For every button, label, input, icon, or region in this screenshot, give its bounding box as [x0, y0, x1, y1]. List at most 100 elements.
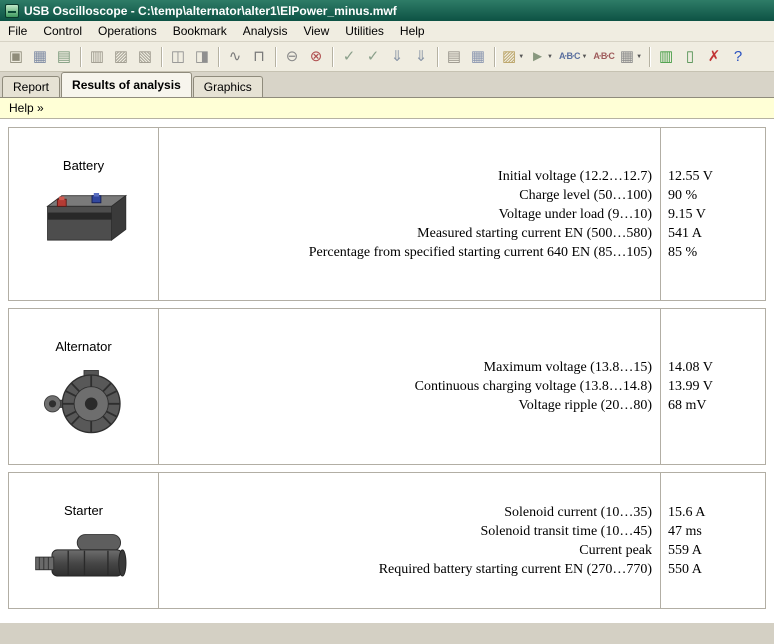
- menu-item-control[interactable]: Control: [35, 21, 90, 41]
- param-label: Measured starting current EN (500…580): [417, 224, 652, 243]
- accept-icon[interactable]: ✓: [337, 45, 361, 69]
- load-all-icon[interactable]: ⇓: [409, 45, 433, 69]
- print-icon[interactable]: ▤: [52, 45, 76, 69]
- param-label: Solenoid transit time (10…45): [481, 522, 652, 541]
- card-icon[interactable]: ▤: [442, 45, 466, 69]
- menu-item-view[interactable]: View: [295, 21, 337, 41]
- menu-item-help[interactable]: Help: [392, 21, 433, 41]
- param-label: Maximum voltage (13.8…15): [484, 358, 652, 377]
- run-script-icon[interactable]: ►▼: [527, 45, 556, 69]
- open-icon[interactable]: ▣: [4, 45, 28, 69]
- tab-strip: ReportResults of analysisGraphics: [0, 72, 774, 98]
- load-icon[interactable]: ⇓: [385, 45, 409, 69]
- dropdown-arrow-icon: ▼: [547, 54, 553, 60]
- section-starter: Starter Solenoid current (10…35)Solenoid …: [8, 472, 766, 609]
- results-table: Battery Initial voltage (12.2…12.7)Charge…: [0, 119, 774, 623]
- delete-icon[interactable]: ✗: [702, 45, 726, 69]
- parameter-list: Initial voltage (12.2…12.7)Charge level …: [159, 128, 661, 300]
- param-label: Initial voltage (12.2…12.7): [498, 167, 652, 186]
- toolbar-separator: [275, 47, 276, 67]
- open-script-icon[interactable]: ▨▼: [499, 45, 527, 69]
- zoom-reset-icon[interactable]: ⊗: [304, 45, 328, 69]
- value-list: 12.55 V90 %9.15 V541 A85 %: [661, 128, 765, 300]
- param-value: 559 A: [668, 541, 765, 560]
- dropdown-arrow-icon: ▼: [636, 54, 642, 60]
- parameter-list: Maximum voltage (13.8…15)Continuous char…: [159, 309, 661, 464]
- section-battery: Battery Initial voltage (12.2…12.7)Charge…: [8, 127, 766, 301]
- dropdown-arrow-icon: ▼: [581, 54, 587, 60]
- tab-report[interactable]: Report: [2, 76, 60, 97]
- menu-item-file[interactable]: File: [0, 21, 35, 41]
- param-label: Voltage ripple (20…80): [519, 396, 653, 415]
- alternator-image: [38, 366, 130, 438]
- param-value: 9.15 V: [668, 205, 765, 224]
- component-label: Battery: [63, 158, 104, 173]
- marker-abc2-icon[interactable]: A·B·C: [590, 45, 617, 69]
- card-report-icon[interactable]: ▦: [466, 45, 490, 69]
- table-icon[interactable]: ▦▼: [617, 45, 645, 69]
- param-value: 550 A: [668, 560, 765, 579]
- toolbar-separator: [649, 47, 650, 67]
- component-cell: Alternator: [9, 309, 159, 464]
- menu-item-bookmark[interactable]: Bookmark: [165, 21, 235, 41]
- save-icon[interactable]: ▦: [28, 45, 52, 69]
- pulse-icon[interactable]: ⊓: [247, 45, 271, 69]
- title-bar[interactable]: USB Oscilloscope - C:\temp\alternator\al…: [0, 0, 774, 21]
- component-label: Alternator: [55, 339, 111, 354]
- component-cell: Starter: [9, 473, 159, 608]
- toolbar-separator: [161, 47, 162, 67]
- param-value: 85 %: [668, 243, 765, 262]
- param-value: 541 A: [668, 224, 765, 243]
- component-cell: Battery: [9, 128, 159, 300]
- value-list: 15.6 A47 ms559 A550 A: [661, 473, 765, 608]
- toolbar-separator: [332, 47, 333, 67]
- export-icon[interactable]: ▧: [133, 45, 157, 69]
- param-value: 15.6 A: [668, 503, 765, 522]
- report-page-icon[interactable]: ▯: [678, 45, 702, 69]
- menu-item-analysis[interactable]: Analysis: [235, 21, 296, 41]
- toolbar-separator: [437, 47, 438, 67]
- param-label: Continuous charging voltage (13.8…14.8): [415, 377, 652, 396]
- tab-graphics[interactable]: Graphics: [193, 76, 263, 97]
- component-label: Starter: [64, 503, 103, 518]
- menu-bar: FileControlOperationsBookmarkAnalysisVie…: [0, 21, 774, 42]
- ruler-icon[interactable]: ◨: [190, 45, 214, 69]
- param-label: Solenoid current (10…35): [504, 503, 652, 522]
- parameter-list: Solenoid current (10…35)Solenoid transit…: [159, 473, 661, 608]
- toolbar: ▣▦▤▥▨▧◫◨∿⊓⊖⊗✓✓⇓⇓▤▦▨▼►▼A·B·C▼A·B·C▦▼▥▯✗?: [0, 42, 774, 72]
- param-value: 13.99 V: [668, 377, 765, 396]
- chart-icon[interactable]: ▥: [654, 45, 678, 69]
- param-value: 12.55 V: [668, 167, 765, 186]
- help-bar[interactable]: Help »: [0, 98, 774, 119]
- accept-all-icon[interactable]: ✓: [361, 45, 385, 69]
- help-icon[interactable]: ?: [726, 45, 750, 69]
- param-label: Required battery starting current EN (27…: [379, 560, 652, 579]
- param-label: Current peak: [579, 541, 652, 560]
- param-value: 90 %: [668, 186, 765, 205]
- help-menu-label[interactable]: Help »: [9, 101, 44, 115]
- battery-image: [32, 185, 136, 249]
- value-list: 14.08 V13.99 V68 mV: [661, 309, 765, 464]
- param-label: Charge level (50…100): [519, 186, 652, 205]
- tab-results-of-analysis[interactable]: Results of analysis: [61, 72, 192, 97]
- waveform-icon[interactable]: ∿: [223, 45, 247, 69]
- param-value: 68 mV: [668, 396, 765, 415]
- app-icon: [5, 4, 19, 18]
- toolbar-separator: [218, 47, 219, 67]
- paste-waveform-icon[interactable]: ▨: [109, 45, 133, 69]
- param-value: 47 ms: [668, 522, 765, 541]
- param-label: Percentage from specified starting curre…: [309, 243, 652, 262]
- toolbar-separator: [80, 47, 81, 67]
- caliper-icon[interactable]: ◫: [166, 45, 190, 69]
- param-label: Voltage under load (9…10): [499, 205, 652, 224]
- section-alternator: Alternator Maximum voltage (13.8…15)Conti…: [8, 308, 766, 465]
- param-value: 14.08 V: [668, 358, 765, 377]
- menu-item-operations[interactable]: Operations: [90, 21, 165, 41]
- starter-image: [30, 530, 138, 586]
- marker-abc-icon[interactable]: A·B·C▼: [556, 45, 590, 69]
- menu-item-utilities[interactable]: Utilities: [337, 21, 392, 41]
- window-title: USB Oscilloscope - C:\temp\alternator\al…: [24, 4, 397, 18]
- zoom-out-icon[interactable]: ⊖: [280, 45, 304, 69]
- copy-waveform-icon[interactable]: ▥: [85, 45, 109, 69]
- toolbar-separator: [494, 47, 495, 67]
